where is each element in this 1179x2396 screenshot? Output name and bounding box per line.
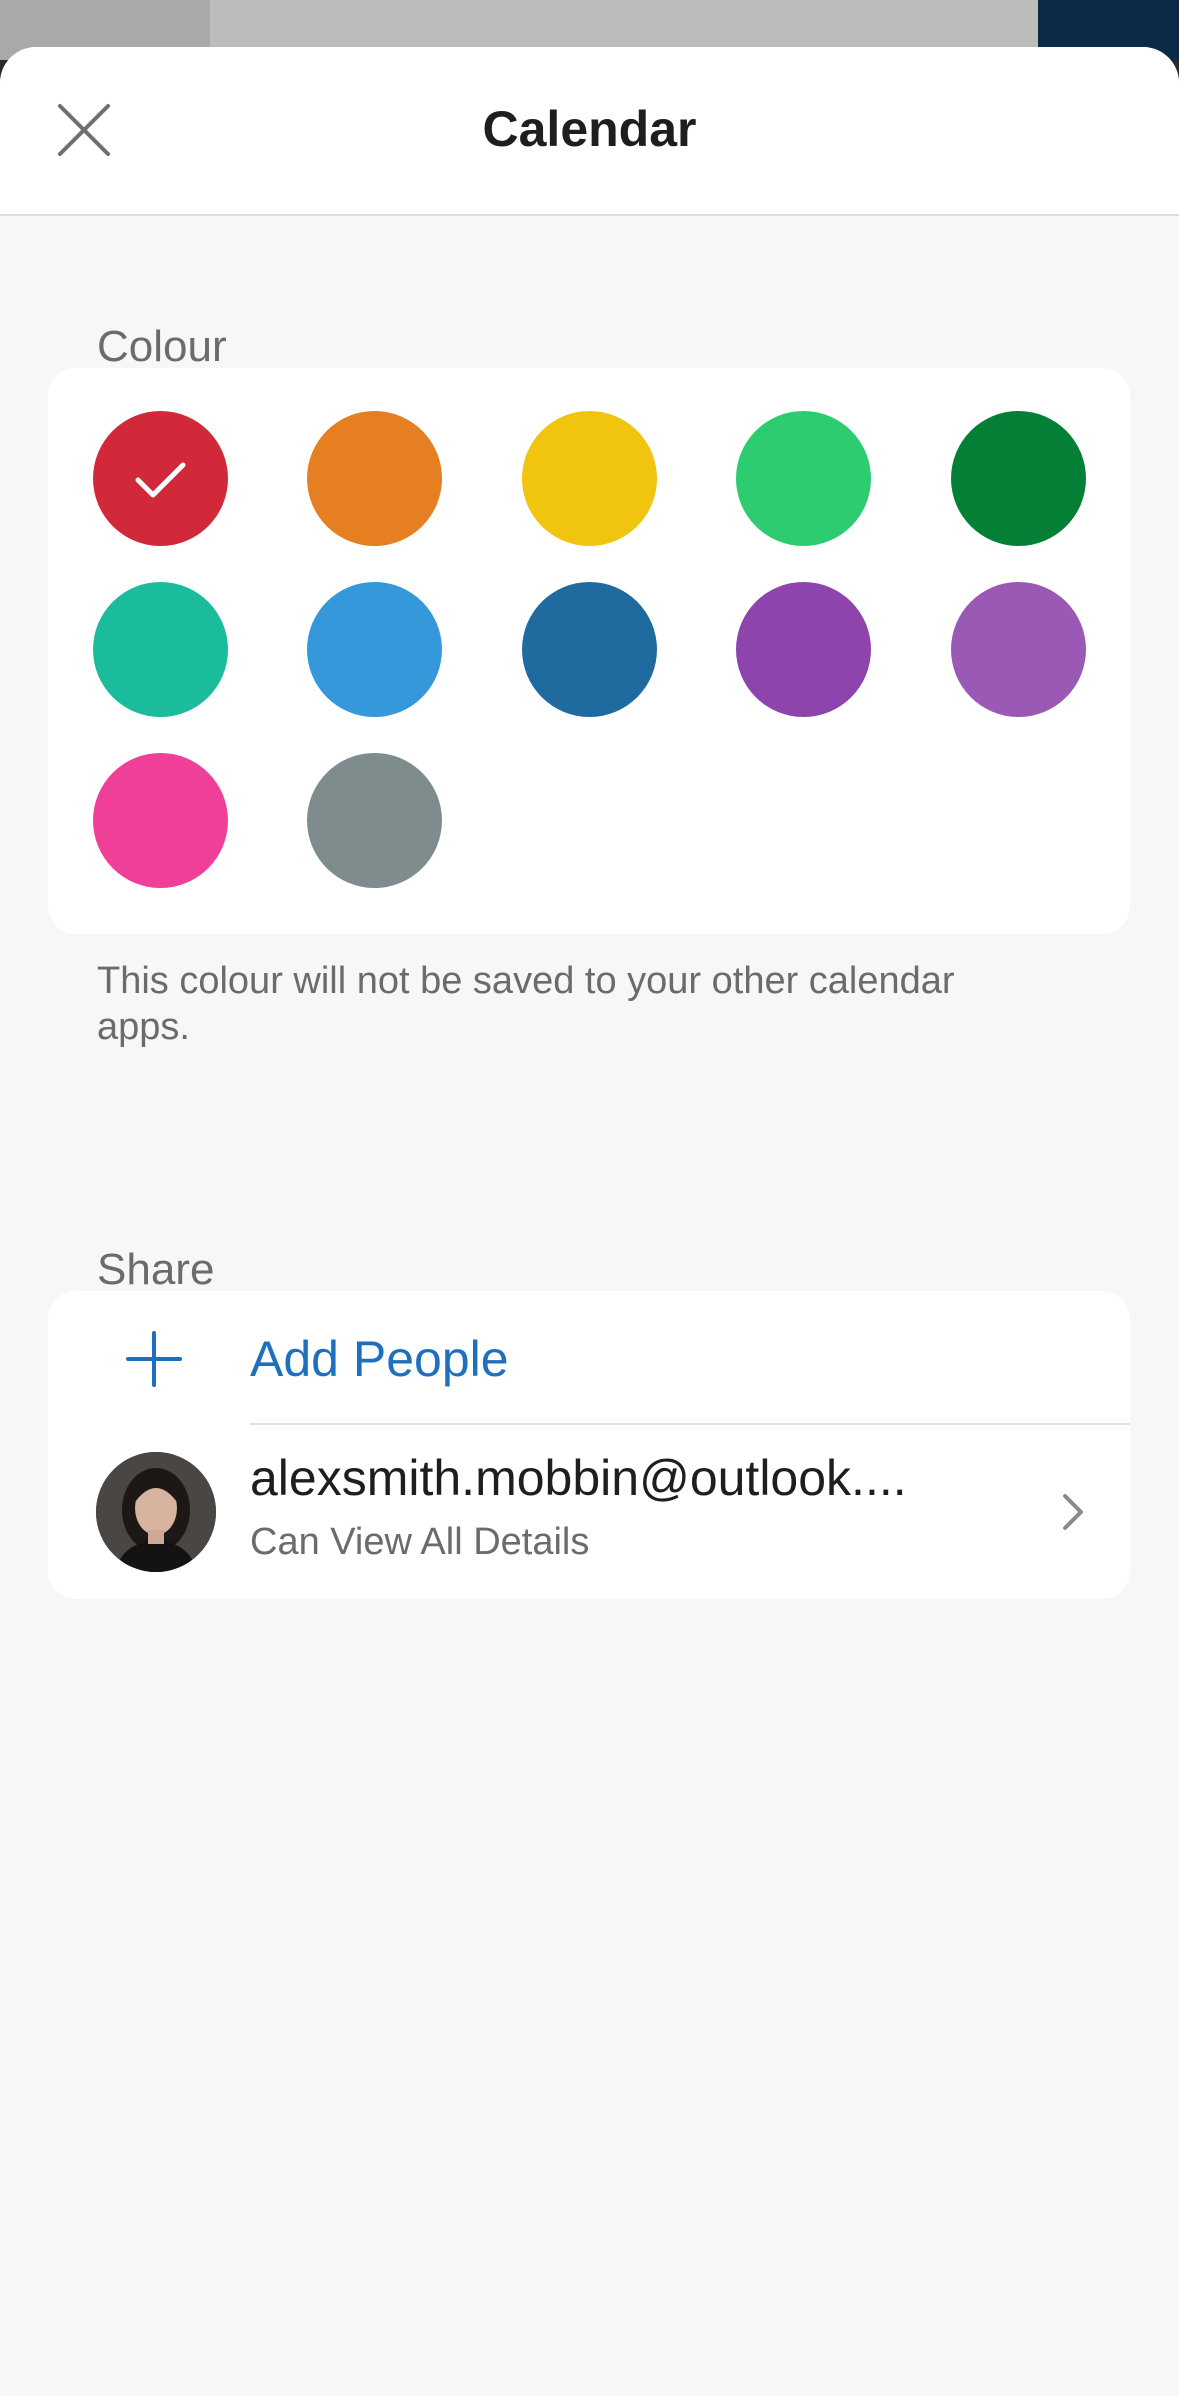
shared-person-row[interactable]: alexsmith.mobbin@outlook.... Can View Al… (48, 1425, 1130, 1599)
chevron-right-icon (1063, 1494, 1083, 1530)
plus-icon (126, 1331, 182, 1387)
colour-swatch-grey[interactable] (307, 753, 442, 888)
checkmark-icon (135, 462, 186, 498)
colour-section-label: Colour (97, 322, 227, 371)
add-people-label: Add People (250, 1331, 509, 1387)
colour-swatch-dark-blue[interactable] (522, 582, 657, 717)
colour-swatch-orange[interactable] (307, 411, 442, 546)
share-card: Add People alexsmith.mobbin@outlook.... … (48, 1291, 1130, 1599)
colour-swatch-light-green[interactable] (736, 411, 871, 546)
colour-picker-card (48, 368, 1130, 934)
add-people-button[interactable]: Add People (48, 1291, 1130, 1423)
colour-swatch-lavender[interactable] (951, 582, 1086, 717)
calendar-settings-sheet: Calendar Colour This colour will not be … (0, 47, 1179, 2396)
colour-swatch-dark-green[interactable] (951, 411, 1086, 546)
colour-swatch-red[interactable] (93, 411, 228, 546)
colour-swatch-light-blue[interactable] (307, 582, 442, 717)
share-section-label: Share (97, 1245, 215, 1294)
colour-swatch-teal[interactable] (93, 582, 228, 717)
shared-person-permission: Can View All Details (250, 1521, 590, 1563)
colour-footnote: This colour will not be saved to your ot… (97, 960, 955, 1048)
colour-swatch-yellow[interactable] (522, 411, 657, 546)
colour-swatch-pink[interactable] (93, 753, 228, 888)
colour-swatch-purple[interactable] (736, 582, 871, 717)
page-title: Calendar (482, 101, 697, 157)
sheet-header: Calendar (0, 47, 1179, 216)
shared-person-email: alexsmith.mobbin@outlook.... (250, 1450, 907, 1506)
avatar (96, 1452, 216, 1572)
